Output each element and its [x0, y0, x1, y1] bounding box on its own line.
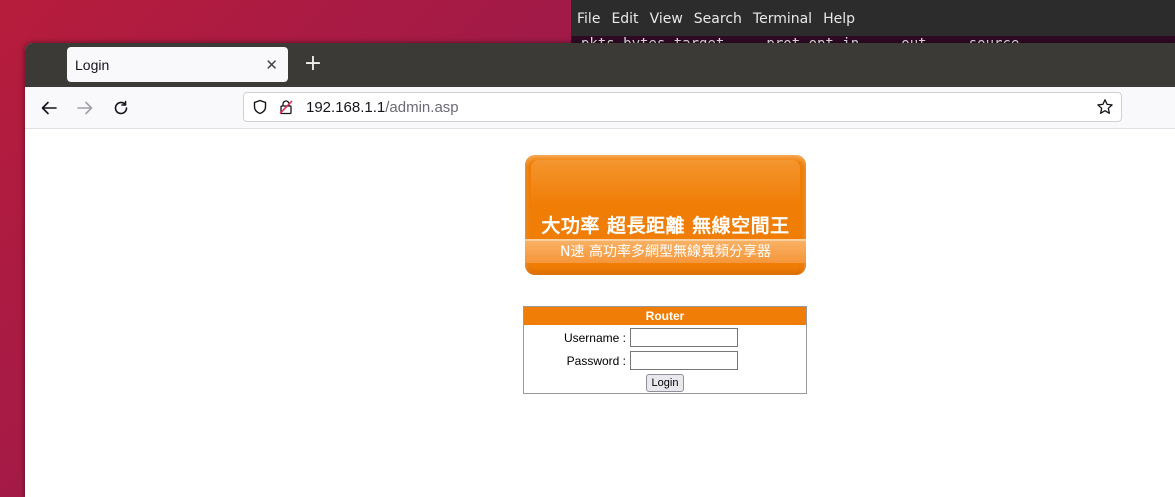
terminal-menu-search[interactable]: Search [694, 11, 742, 27]
bookmark-star-icon[interactable] [1096, 98, 1114, 116]
terminal-menu-file[interactable]: File [577, 11, 600, 27]
banner-highlight [531, 160, 800, 206]
password-label: Password : [566, 354, 626, 368]
tab-title: Login [75, 56, 110, 73]
terminal-menu-view[interactable]: View [650, 11, 683, 27]
page-content: 大功率 超長距離 無線空間王 N速 高功率多網型無線寬頻分享器 Router U… [25, 129, 1175, 497]
url-bar[interactable]: 192.168.1.1/admin.asp [243, 92, 1122, 122]
url-text[interactable]: 192.168.1.1/admin.asp [306, 99, 459, 116]
terminal-menu-terminal[interactable]: Terminal [753, 11, 812, 27]
reload-icon [114, 100, 128, 115]
username-row: Username : [524, 328, 806, 348]
url-host: 192.168.1.1 [306, 98, 386, 116]
tab-bar: Login ✕ + [25, 43, 1175, 87]
browser-window: Login ✕ + 192.168.1.1/admin.asp 大功率 超長距離… [25, 43, 1175, 497]
back-arrow-icon [41, 101, 57, 115]
product-banner: 大功率 超長距離 無線空間王 N速 高功率多網型無線寬頻分享器 [525, 155, 806, 275]
login-form: Router Username : Password : Login [523, 306, 807, 394]
shield-icon[interactable] [252, 99, 268, 115]
url-path: /admin.asp [385, 98, 459, 116]
close-tab-icon[interactable]: ✕ [265, 56, 278, 74]
navigation-toolbar: 192.168.1.1/admin.asp [25, 87, 1175, 129]
terminal-menu-edit[interactable]: Edit [611, 11, 638, 27]
terminal-menu-help[interactable]: Help [823, 11, 855, 27]
username-input[interactable] [630, 328, 738, 347]
insecure-lock-icon[interactable] [278, 99, 294, 115]
forward-button[interactable] [72, 95, 98, 121]
tab-login[interactable]: Login ✕ [67, 47, 288, 82]
password-input[interactable] [630, 351, 738, 370]
banner-title: 大功率 超長距離 無線空間王 [541, 215, 790, 237]
banner-subtitle: N速 高功率多網型無線寬頻分享器 [560, 244, 771, 260]
forward-arrow-icon [77, 101, 93, 115]
password-row: Password : [524, 351, 806, 371]
back-button[interactable] [36, 95, 62, 121]
username-label: Username : [563, 331, 626, 345]
terminal-menubar: File Edit View Search Terminal Help [571, 0, 1175, 36]
new-tab-button[interactable]: + [301, 52, 325, 76]
reload-button[interactable] [108, 95, 134, 121]
login-button[interactable]: Login [646, 374, 684, 392]
login-header: Router [524, 307, 806, 325]
